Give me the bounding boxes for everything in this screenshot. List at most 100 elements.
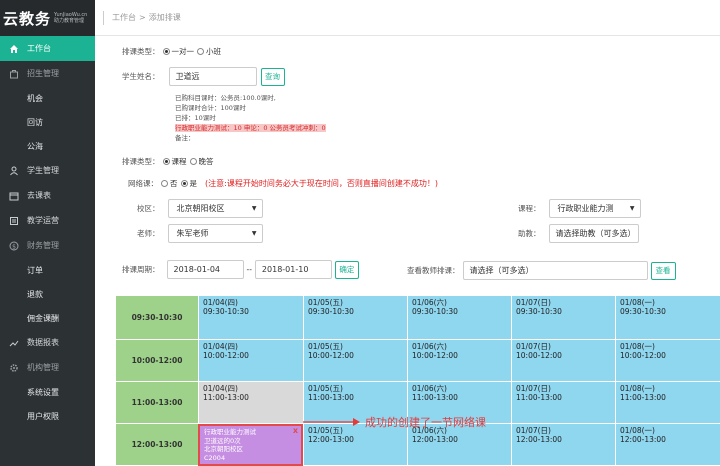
schedule-cell[interactable]: 01/04(四) 10:00-12:00 bbox=[198, 340, 303, 382]
schedule-cell[interactable]: 01/05(五) 10:00-12:00 bbox=[303, 340, 407, 382]
cell-day: 01/08(一) bbox=[620, 426, 655, 435]
sidebar-item-organization[interactable]: 机构管理 bbox=[0, 355, 95, 380]
sidebar-item-opportunity[interactable]: 机会 bbox=[0, 86, 95, 110]
radio-course[interactable] bbox=[162, 158, 170, 165]
schedule-cell[interactable]: 01/08(一) 09:30-10:30 bbox=[615, 296, 720, 340]
period-label: 排课周期： bbox=[122, 265, 160, 274]
sidebar-item-workbench[interactable]: 工作台 bbox=[0, 36, 95, 61]
schedule-cell[interactable]: 01/07(日) 12:00-13:00 bbox=[511, 424, 615, 466]
schedule-cell[interactable]: 01/04(四) 11:00-13:00 bbox=[198, 382, 303, 424]
period-row: 排课周期： 2018-01-04 -- 2018-01-10 确定 bbox=[122, 260, 359, 279]
course-label: 课程： bbox=[518, 204, 541, 213]
sidebar-item-teaching[interactable]: 教学运营 bbox=[0, 208, 95, 233]
sidebar-item-commission[interactable]: 佣金课酬 bbox=[0, 306, 95, 330]
radio-online-no[interactable] bbox=[161, 180, 168, 187]
breadcrumb-current: 添加排课 bbox=[148, 13, 181, 22]
purchase-info: 已购科目课时：公务员:100.0课时, 已购课时合计：100课时 已排：10课时… bbox=[175, 93, 326, 143]
gear-icon bbox=[8, 362, 20, 374]
course-select[interactable]: 行政职业能力测 ▼ bbox=[548, 199, 641, 218]
sidebar-item-label: 数据报表 bbox=[27, 338, 59, 347]
main-content: 排课类型： 一对一 小班 学生姓名： 卫道远 查询 已购科目课时：公务员:100… bbox=[95, 37, 720, 466]
chevron-down-icon: ▼ bbox=[251, 230, 257, 237]
query-button[interactable]: 查询 bbox=[260, 67, 285, 86]
schedule-cell[interactable]: 01/07(日) 09:30-10:30 bbox=[511, 296, 615, 340]
sidebar-item-permissions[interactable]: 用户权限 bbox=[0, 404, 95, 428]
arrow-icon bbox=[303, 418, 360, 426]
schedule-cell[interactable]: 01/08(一) 12:00-13:00 bbox=[615, 424, 720, 466]
sidebar-item-label: 机会 bbox=[27, 93, 43, 103]
assistant-label: 助教： bbox=[518, 229, 541, 238]
schedule-cell[interactable]: 01/07(日) 10:00-12:00 bbox=[511, 340, 615, 382]
schedule-cell[interactable]: 01/05(五) 12:00-13:00 bbox=[303, 424, 407, 466]
info-line: 已购科目课时：公务员:100.0课时, bbox=[175, 94, 276, 102]
chevron-down-icon: ▼ bbox=[629, 205, 635, 212]
sidebar-item-reports[interactable]: 数据报表 bbox=[0, 330, 95, 355]
teacher-select[interactable]: 朱军老师 ▼ bbox=[167, 224, 263, 243]
check-teacher-input[interactable]: 请选择（可多选） bbox=[462, 261, 648, 280]
sidebar-item-pool[interactable]: 公海 bbox=[0, 134, 95, 158]
sidebar-item-students[interactable]: 学生管理 bbox=[0, 158, 95, 183]
check-teacher-label: 查看教师排课： bbox=[407, 266, 460, 275]
breadcrumb-root[interactable]: 工作台 bbox=[112, 12, 136, 23]
schedule-cell[interactable]: 01/06(六) 09:30-10:30 bbox=[407, 296, 511, 340]
sidebar-item-enrollment[interactable]: 招生管理 bbox=[0, 61, 95, 86]
radio-qa[interactable] bbox=[189, 158, 197, 165]
check-button[interactable]: 查看 bbox=[650, 261, 676, 280]
schedule-cell[interactable]: 01/04(四) 09:30-10:30 bbox=[198, 296, 303, 340]
date-separator: -- bbox=[246, 265, 252, 274]
sidebar-item-followup[interactable]: 回访 bbox=[0, 110, 95, 134]
time-slot: 11:00-13:00 bbox=[116, 382, 198, 424]
sidebar-item-settings[interactable]: 系统设置 bbox=[0, 380, 95, 404]
student-label: 学生姓名： bbox=[122, 72, 160, 81]
class-type-label: 排课类型： bbox=[122, 157, 160, 166]
info-remark: 备注： bbox=[175, 134, 195, 142]
info-line: 已排：10课时 bbox=[175, 114, 216, 122]
lesson-card[interactable]: x 行政职业能力测试 卫道远的0次 北京朝阳校区 C2004 bbox=[198, 424, 303, 466]
cell-day: 01/04(四) bbox=[203, 298, 238, 307]
sidebar-item-refunds[interactable]: 退款 bbox=[0, 282, 95, 306]
schedule-cell[interactable]: 01/07(日) 11:00-13:00 bbox=[511, 382, 615, 424]
cell-day: 01/04(四) bbox=[203, 384, 238, 393]
schedule-cell[interactable]: 01/05(五) 09:30-10:30 bbox=[303, 296, 407, 340]
student-name-input[interactable]: 卫道远 bbox=[168, 67, 257, 86]
date-start-input[interactable]: 2018-01-04 bbox=[166, 260, 244, 279]
confirm-button[interactable]: 确定 bbox=[334, 260, 359, 279]
sidebar-item-label: 回访 bbox=[27, 117, 43, 127]
cell-time: 10:00-12:00 bbox=[620, 351, 666, 360]
online-warning-note: (注意:课程开始时间务必大于现在时间，否则直播间创建不成功！) bbox=[205, 179, 438, 188]
sidebar-item-orders[interactable]: 订单 bbox=[0, 258, 95, 282]
radio-one-on-one[interactable] bbox=[162, 48, 170, 55]
cell-time: 12:00-13:00 bbox=[620, 435, 666, 444]
schedule-cell[interactable]: 01/08(一) 11:00-13:00 bbox=[615, 382, 720, 424]
campus-row: 校区： 北京朝阳校区 ▼ bbox=[137, 199, 263, 218]
teacher-label: 老师： bbox=[137, 229, 160, 238]
student-row: 学生姓名： 卫道远 查询 bbox=[122, 67, 285, 86]
lesson-room: C2004 bbox=[204, 453, 226, 462]
cell-day: 01/08(一) bbox=[620, 342, 655, 351]
radio-online-yes[interactable] bbox=[180, 180, 188, 187]
sidebar-item-label: 用户权限 bbox=[27, 411, 59, 421]
cell-time: 11:00-13:00 bbox=[412, 393, 458, 402]
teacher-select-value: 朱军老师 bbox=[176, 229, 209, 238]
sidebar-item-timetable[interactable]: 去课表 bbox=[0, 183, 95, 208]
schedule-cell[interactable]: 01/06(六) 12:00-13:00 bbox=[407, 424, 511, 466]
sidebar-item-finance[interactable]: $ 财务管理 bbox=[0, 233, 95, 258]
divider bbox=[103, 10, 104, 25]
sidebar-item-label: 退款 bbox=[27, 289, 43, 299]
schedule-cell[interactable]: 01/08(一) 10:00-12:00 bbox=[615, 340, 720, 382]
radio-qa-label: 晚答 bbox=[198, 157, 214, 166]
cell-time: 12:00-13:00 bbox=[308, 435, 354, 444]
online-row: 网络课： 否 是 (注意:课程开始时间务必大于现在时间，否则直播间创建不成功！) bbox=[128, 178, 438, 189]
cell-day: 01/05(五) bbox=[308, 342, 343, 351]
close-icon[interactable]: x bbox=[293, 426, 298, 436]
lesson-course: 行政职业能力测试 bbox=[204, 428, 256, 436]
sidebar-item-label: 机构管理 bbox=[27, 363, 59, 372]
time-slot: 10:00-12:00 bbox=[116, 340, 198, 382]
assistant-input[interactable]: 请选择助教（可多选） bbox=[548, 224, 639, 243]
campus-select[interactable]: 北京朝阳校区 ▼ bbox=[167, 199, 263, 218]
sidebar-item-label: 公海 bbox=[27, 141, 43, 151]
radio-small-class[interactable] bbox=[197, 48, 204, 55]
cell-day: 01/06(六) bbox=[412, 384, 447, 393]
schedule-cell[interactable]: 01/06(六) 10:00-12:00 bbox=[407, 340, 511, 382]
date-end-input[interactable]: 2018-01-10 bbox=[254, 260, 332, 279]
